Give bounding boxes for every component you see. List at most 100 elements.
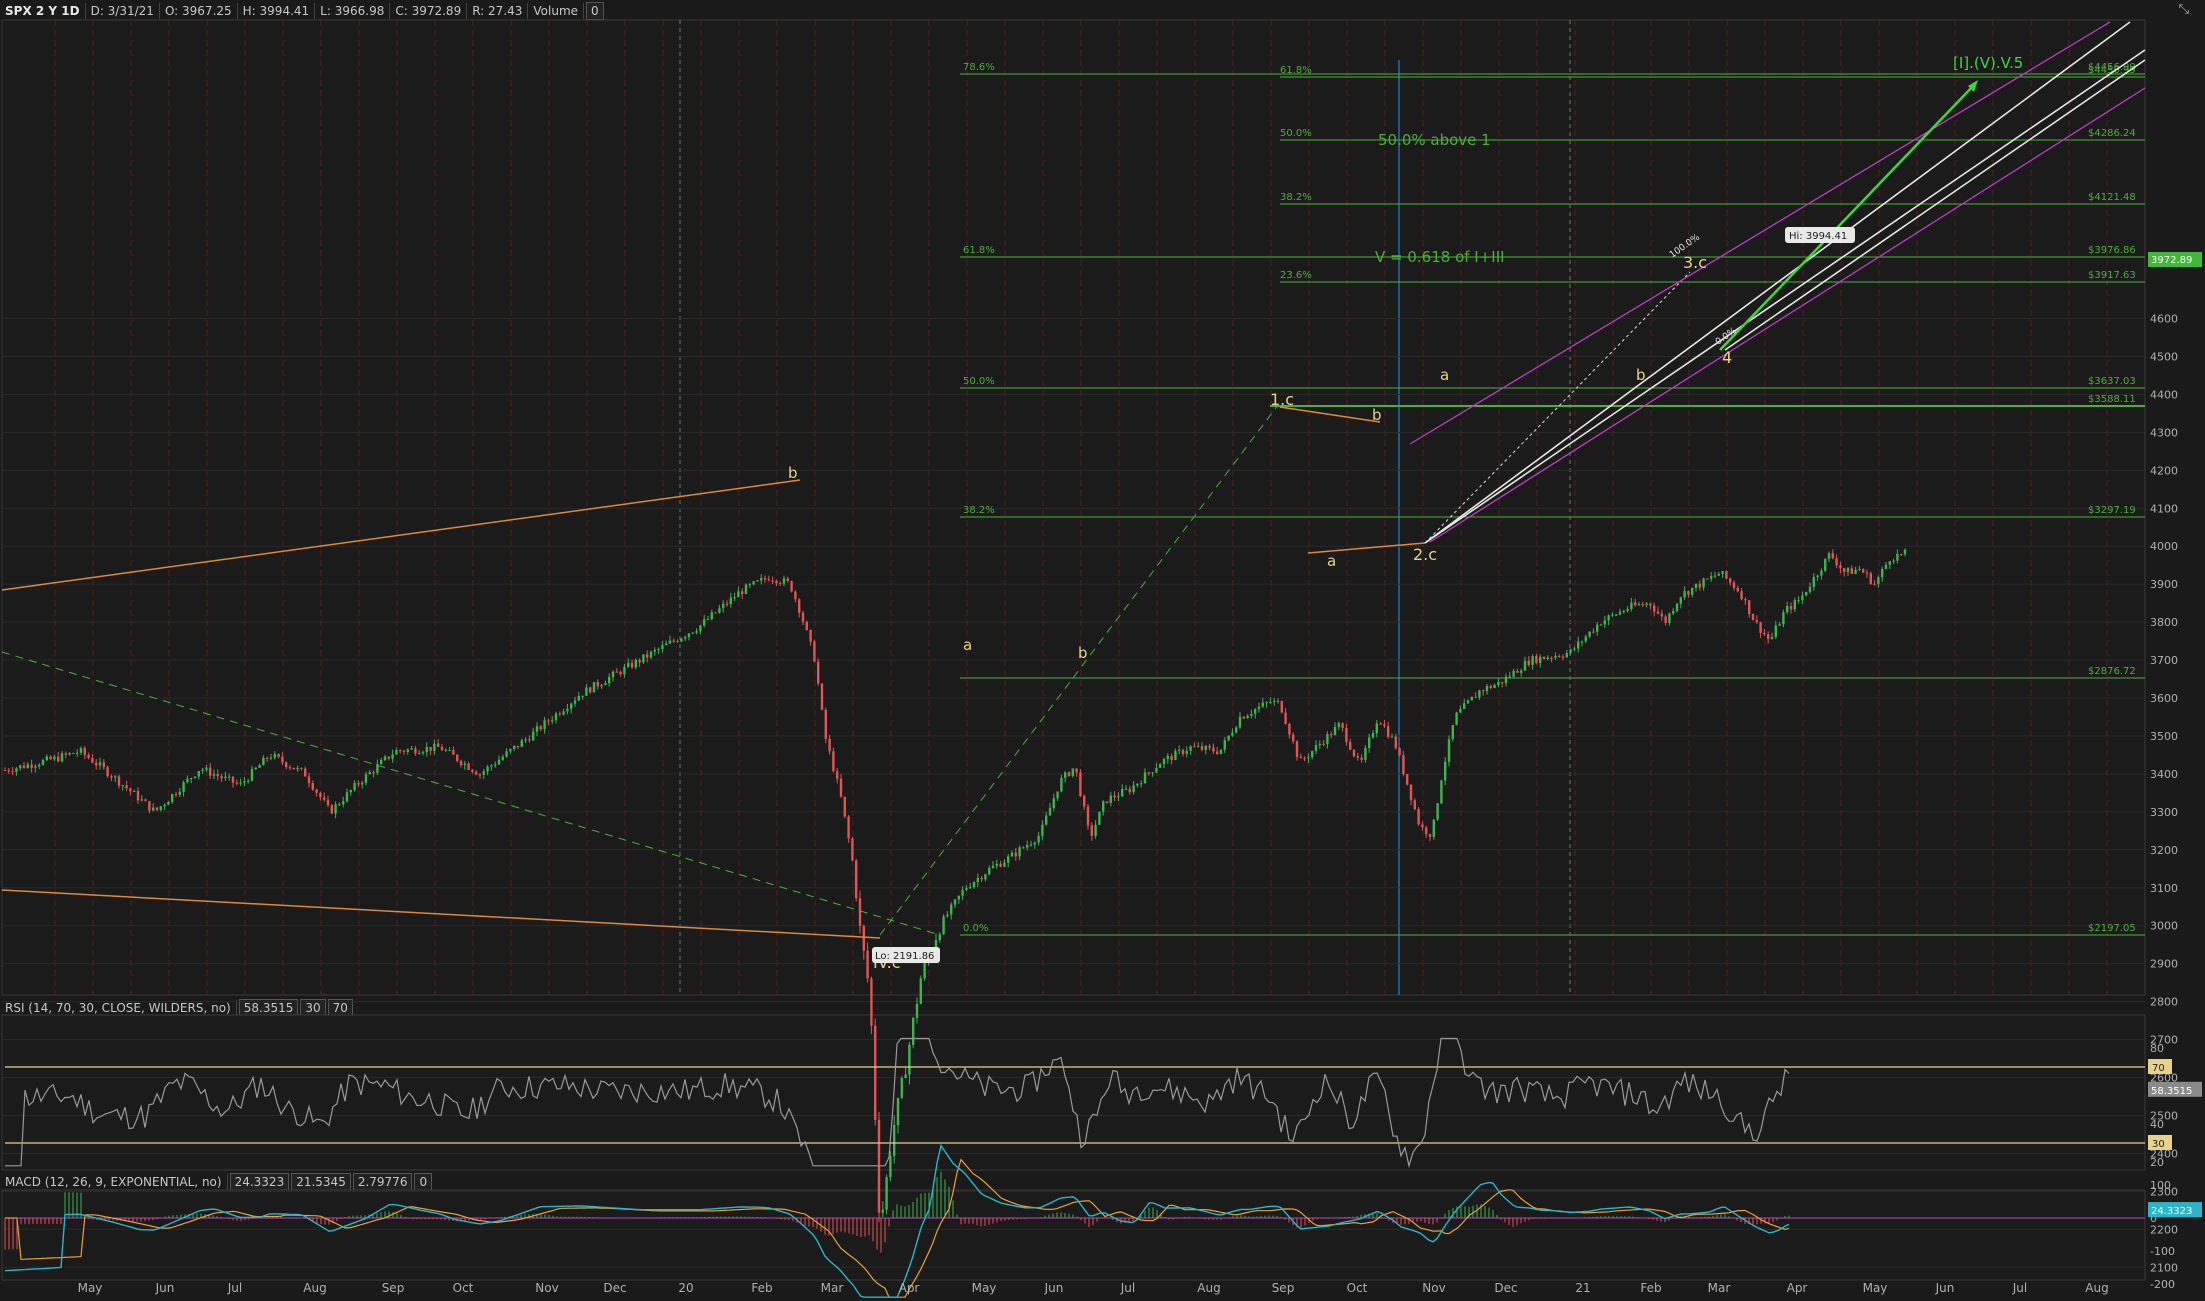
candle-body (1649, 603, 1652, 606)
candle-body (1140, 783, 1143, 785)
candle-body (1459, 708, 1462, 713)
candle-body (900, 1077, 903, 1098)
candle-body (1668, 613, 1671, 623)
candle-body (710, 612, 713, 620)
candle-body (771, 580, 774, 582)
candle-body (611, 671, 615, 678)
month-label: Jul (227, 1281, 242, 1295)
candle-body (190, 777, 193, 779)
candle-body (551, 720, 554, 722)
candle-body (1485, 686, 1489, 692)
candle-body (26, 764, 29, 768)
candle-body (524, 739, 527, 741)
candle-body (326, 799, 330, 806)
candle-body (1751, 614, 1755, 621)
candle-body (1736, 587, 1739, 592)
fib-level-price: $3588.11 (2088, 394, 2136, 405)
candle-body (1170, 755, 1173, 760)
candle-body (554, 713, 558, 721)
candle-body (186, 778, 189, 783)
candle-body (1436, 803, 1439, 820)
candle-body (1466, 700, 1470, 704)
candle-body (1261, 702, 1264, 707)
candle-body (1565, 653, 1568, 658)
candle-body (1136, 783, 1139, 786)
candle-body (786, 578, 789, 582)
candle-body (338, 804, 341, 806)
candle-body (843, 796, 846, 817)
candle-body (1421, 824, 1424, 828)
candle-body (1618, 611, 1622, 615)
candle-body (1725, 571, 1728, 579)
candle-body (159, 806, 162, 810)
candle-body (463, 763, 466, 765)
candle-body (311, 783, 314, 790)
month-label: Feb (1640, 1281, 1661, 1295)
candle-body (1691, 587, 1694, 595)
candle-body (885, 1177, 888, 1210)
candle-body (64, 753, 67, 755)
candle-body (1767, 634, 1770, 639)
month-label: May (1863, 1281, 1888, 1295)
candle-body (22, 765, 26, 768)
candle-body (1265, 702, 1268, 704)
price-chart-svg[interactable]: 78.6% $4456.9961.8% $4450.9950.0% $4286.243… (0, 0, 2205, 1301)
candle-body (1516, 670, 1519, 673)
candle-body (1527, 660, 1530, 665)
candle-body (391, 754, 394, 759)
candle-body (1789, 605, 1793, 610)
candle-body (114, 776, 117, 778)
candle-body (437, 743, 440, 747)
candle-body (1075, 768, 1078, 773)
v-ratio-annotation: V = 0.618 of I+III (1375, 248, 1505, 266)
candle-body (1178, 749, 1181, 751)
month-label: 21 (1575, 1281, 1590, 1295)
candle-body (1630, 602, 1633, 610)
candle-body (315, 789, 318, 793)
candle-body (1356, 756, 1359, 758)
candle-body (1558, 655, 1561, 657)
candle-body (851, 838, 854, 861)
candle-body (1808, 586, 1812, 592)
candle-body (615, 671, 618, 673)
candle-body (467, 763, 470, 770)
candle-body (1554, 655, 1557, 658)
candle-body (661, 645, 664, 649)
candle-body (1812, 577, 1815, 587)
price-tick-label: 3100 (2150, 882, 2178, 895)
candle-body (748, 584, 751, 586)
candle-body (722, 603, 725, 609)
candle-body (395, 750, 398, 755)
candle-body (1018, 847, 1021, 857)
month-label: May (78, 1281, 103, 1295)
price-tick-label: 4500 (2150, 350, 2178, 363)
candle-body (566, 708, 569, 712)
candle-body (634, 659, 637, 668)
fib-level-percent: 50.0% (1280, 128, 1312, 139)
price-tick-label: 4100 (2150, 502, 2178, 515)
candle-body (585, 687, 588, 696)
candle-body (368, 772, 371, 775)
candle-body (1010, 852, 1014, 857)
candle-body (57, 756, 60, 762)
candle-body (1352, 749, 1356, 757)
candle-body (342, 801, 345, 805)
price-tick-label: 4400 (2150, 388, 2178, 401)
candle-body (136, 791, 140, 801)
candle-body (1865, 572, 1869, 574)
candle-body (798, 599, 801, 613)
candle-body (197, 771, 200, 777)
candle-body (425, 747, 428, 753)
candle-body (1045, 815, 1048, 825)
candle-body (581, 695, 584, 697)
candle-body (258, 765, 261, 768)
candle-body (410, 748, 413, 750)
candle-body (1235, 727, 1238, 733)
candle-body (824, 709, 827, 739)
candle-body (1238, 716, 1242, 728)
fib-level-price: $4286.24 (2088, 128, 2136, 139)
candle-body (239, 782, 242, 784)
candle-body (155, 807, 159, 810)
candle-body (547, 720, 550, 722)
candle-body (836, 771, 839, 779)
